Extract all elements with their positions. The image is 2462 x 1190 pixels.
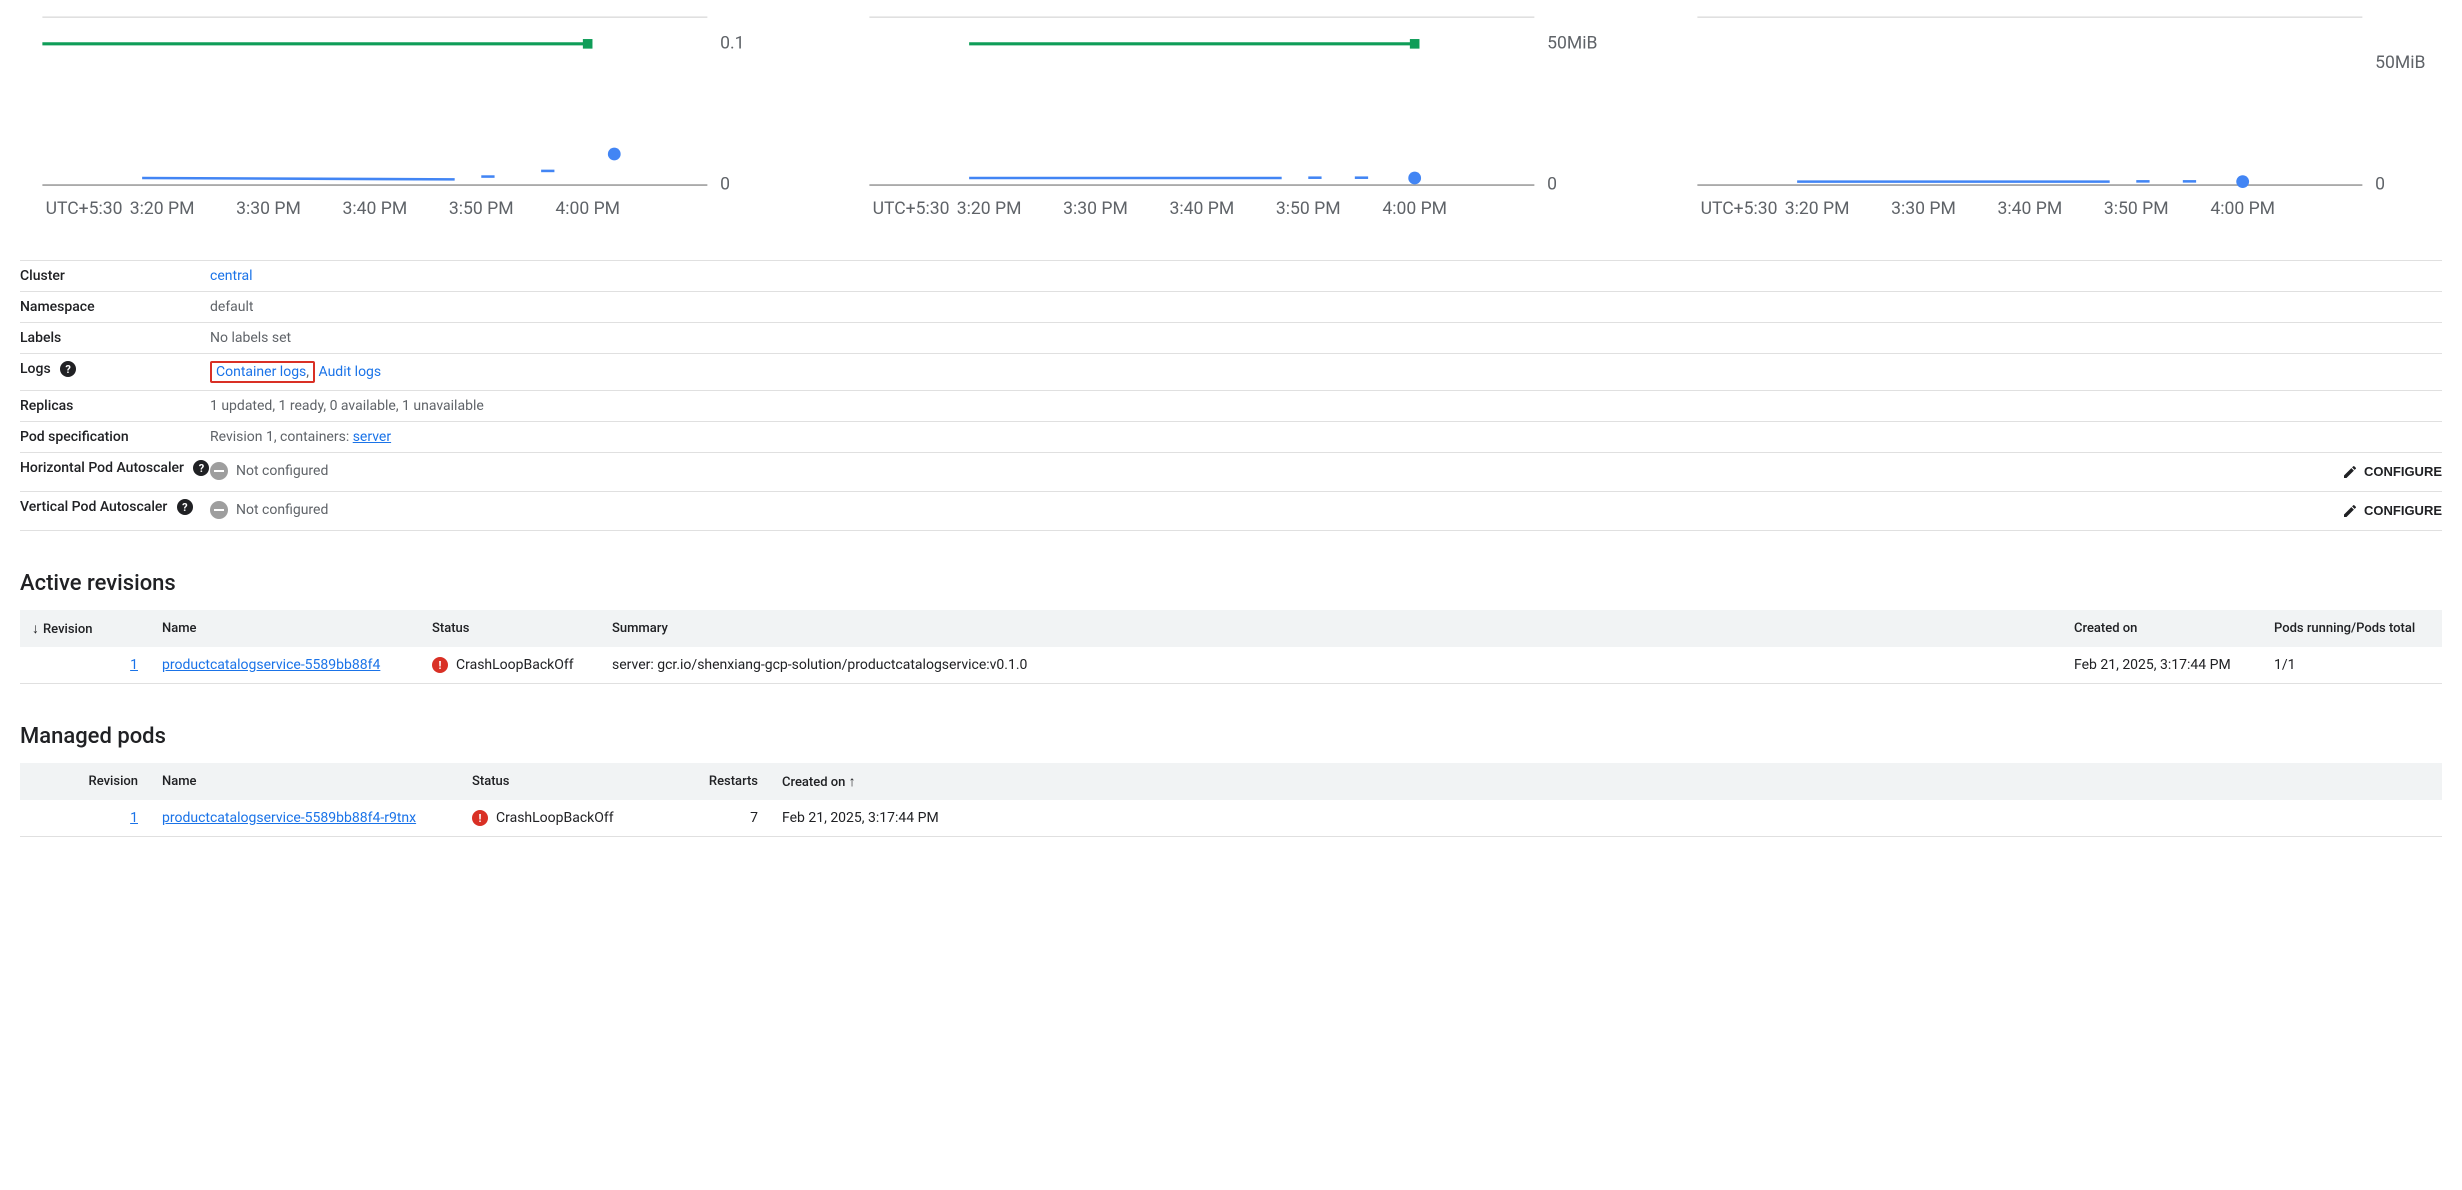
pods-text: 1/1 xyxy=(2274,657,2296,673)
value-labels: No labels set xyxy=(210,330,291,346)
podspec-server-link[interactable]: server xyxy=(353,429,391,445)
svg-text:3:50 PM: 3:50 PM xyxy=(449,199,514,219)
pod-name-link[interactable]: productcatalogservice-5589bb88f4-r9tnx xyxy=(162,810,416,826)
col-revision[interactable]: Revision xyxy=(20,763,150,800)
value-namespace: default xyxy=(210,299,254,315)
svg-text:3:50 PM: 3:50 PM xyxy=(1276,199,1341,219)
minus-circle-icon xyxy=(210,501,228,519)
label-namespace: Namespace xyxy=(20,299,95,315)
revision-link[interactable]: 1 xyxy=(130,657,138,673)
svg-text:UTC+5:30: UTC+5:30 xyxy=(46,199,123,219)
restarts-text: 7 xyxy=(750,810,758,826)
details-table: Cluster central Namespace default Labels… xyxy=(20,260,2442,531)
col-created[interactable]: Created on ↑ xyxy=(770,763,2442,800)
svg-text:0.1: 0.1 xyxy=(720,33,744,53)
svg-text:3:20 PM: 3:20 PM xyxy=(130,199,195,219)
managed-pods-heading: Managed pods xyxy=(20,724,2442,749)
col-status[interactable]: Status xyxy=(420,610,600,647)
svg-text:0: 0 xyxy=(720,175,730,195)
label-vpa: Vertical Pod Autoscaler xyxy=(20,499,167,515)
label-hpa: Horizontal Pod Autoscaler xyxy=(20,460,184,476)
svg-text:3:40 PM: 3:40 PM xyxy=(1997,199,2062,219)
audit-logs-link[interactable]: Audit logs xyxy=(319,364,382,380)
help-icon[interactable]: ? xyxy=(60,361,76,377)
svg-text:50MiB: 50MiB xyxy=(2375,53,2425,73)
hpa-status: Not configured xyxy=(210,462,328,480)
configure-vpa-button[interactable]: CONFIGURE xyxy=(2342,499,2442,523)
revision-name-link[interactable]: productcatalogservice-5589bb88f4 xyxy=(162,657,380,673)
active-revisions-table: ↓Revision Name Status Summary Created on… xyxy=(20,610,2442,684)
container-logs-highlight: Container logs, xyxy=(210,361,315,383)
table-row: 1 productcatalogservice-5589bb88f4 ! Cras… xyxy=(20,647,2442,684)
cluster-link[interactable]: central xyxy=(210,268,253,284)
created-text: Feb 21, 2025, 3:17:44 PM xyxy=(2074,657,2231,673)
svg-text:0: 0 xyxy=(2375,175,2385,195)
status-text: CrashLoopBackOff xyxy=(456,657,574,673)
svg-text:3:30 PM: 3:30 PM xyxy=(236,199,301,219)
configure-hpa-button[interactable]: CONFIGURE xyxy=(2342,460,2442,484)
table-row: 1 productcatalogservice-5589bb88f4-r9tnx… xyxy=(20,800,2442,837)
error-icon: ! xyxy=(472,810,488,826)
svg-text:50MiB: 50MiB xyxy=(1547,33,1597,53)
charts-row: 0 0.1 UTC+5:30 3:20 PM 3:30 PM 3:40 PM 3:50 PM… xyxy=(20,0,2442,230)
summary-text: server: gcr.io/shenxiang-gcp-solution/pr… xyxy=(612,657,1027,673)
minus-circle-icon xyxy=(210,462,228,480)
sort-down-icon: ↓ xyxy=(32,621,39,637)
label-cluster: Cluster xyxy=(20,268,65,284)
label-podspec: Pod specification xyxy=(20,429,129,445)
vpa-status: Not configured xyxy=(210,501,328,519)
active-revisions-heading: Active revisions xyxy=(20,571,2442,596)
created-text: Feb 21, 2025, 3:17:44 PM xyxy=(782,810,939,826)
svg-text:3:40 PM: 3:40 PM xyxy=(1170,199,1235,219)
col-summary[interactable]: Summary xyxy=(600,610,2062,647)
label-replicas: Replicas xyxy=(20,398,73,414)
pencil-icon xyxy=(2342,464,2358,480)
svg-text:3:30 PM: 3:30 PM xyxy=(1891,199,1956,219)
svg-text:3:20 PM: 3:20 PM xyxy=(957,199,1022,219)
svg-text:UTC+5:30: UTC+5:30 xyxy=(1700,199,1777,219)
svg-text:3:30 PM: 3:30 PM xyxy=(1063,199,1128,219)
svg-text:4:00 PM: 4:00 PM xyxy=(555,199,620,219)
col-revision[interactable]: ↓Revision xyxy=(20,610,150,647)
managed-pods-table: Revision Name Status Restarts Created on… xyxy=(20,763,2442,837)
svg-text:UTC+5:30: UTC+5:30 xyxy=(873,199,950,219)
label-labels: Labels xyxy=(20,330,61,346)
container-logs-link[interactable]: Container logs xyxy=(216,364,306,380)
col-created[interactable]: Created on xyxy=(2062,610,2262,647)
error-icon: ! xyxy=(432,657,448,673)
col-restarts[interactable]: Restarts xyxy=(680,763,770,800)
sort-up-icon: ↑ xyxy=(849,774,856,790)
status-text: CrashLoopBackOff xyxy=(496,810,614,826)
svg-text:3:50 PM: 3:50 PM xyxy=(2104,199,2169,219)
value-replicas: 1 updated, 1 ready, 0 available, 1 unava… xyxy=(210,398,484,414)
pencil-icon xyxy=(2342,503,2358,519)
podspec-prefix: Revision 1, containers: xyxy=(210,429,353,445)
col-name[interactable]: Name xyxy=(150,610,420,647)
col-pods[interactable]: Pods running/Pods total xyxy=(2262,610,2442,647)
svg-text:4:00 PM: 4:00 PM xyxy=(2210,199,2275,219)
svg-text:4:00 PM: 4:00 PM xyxy=(1383,199,1448,219)
label-logs: Logs xyxy=(20,361,51,377)
chart-2: 0 50MiB UTC+5:30 3:20 PM 3:30 PM 3:40 PM 3:50 … xyxy=(847,6,1614,230)
svg-text:3:40 PM: 3:40 PM xyxy=(343,199,408,219)
svg-text:3:20 PM: 3:20 PM xyxy=(1784,199,1849,219)
help-icon[interactable]: ? xyxy=(177,499,193,515)
revision-link[interactable]: 1 xyxy=(130,810,138,826)
chart-3: 0 50MiB UTC+5:30 3:20 PM 3:30 PM 3:40 PM 3:50 … xyxy=(1675,6,2442,230)
col-name[interactable]: Name xyxy=(150,763,460,800)
help-icon[interactable]: ? xyxy=(193,460,209,476)
col-status[interactable]: Status xyxy=(460,763,680,800)
chart-1: 0 0.1 UTC+5:30 3:20 PM 3:30 PM 3:40 PM 3:50 PM… xyxy=(20,6,787,230)
svg-text:0: 0 xyxy=(1547,175,1557,195)
